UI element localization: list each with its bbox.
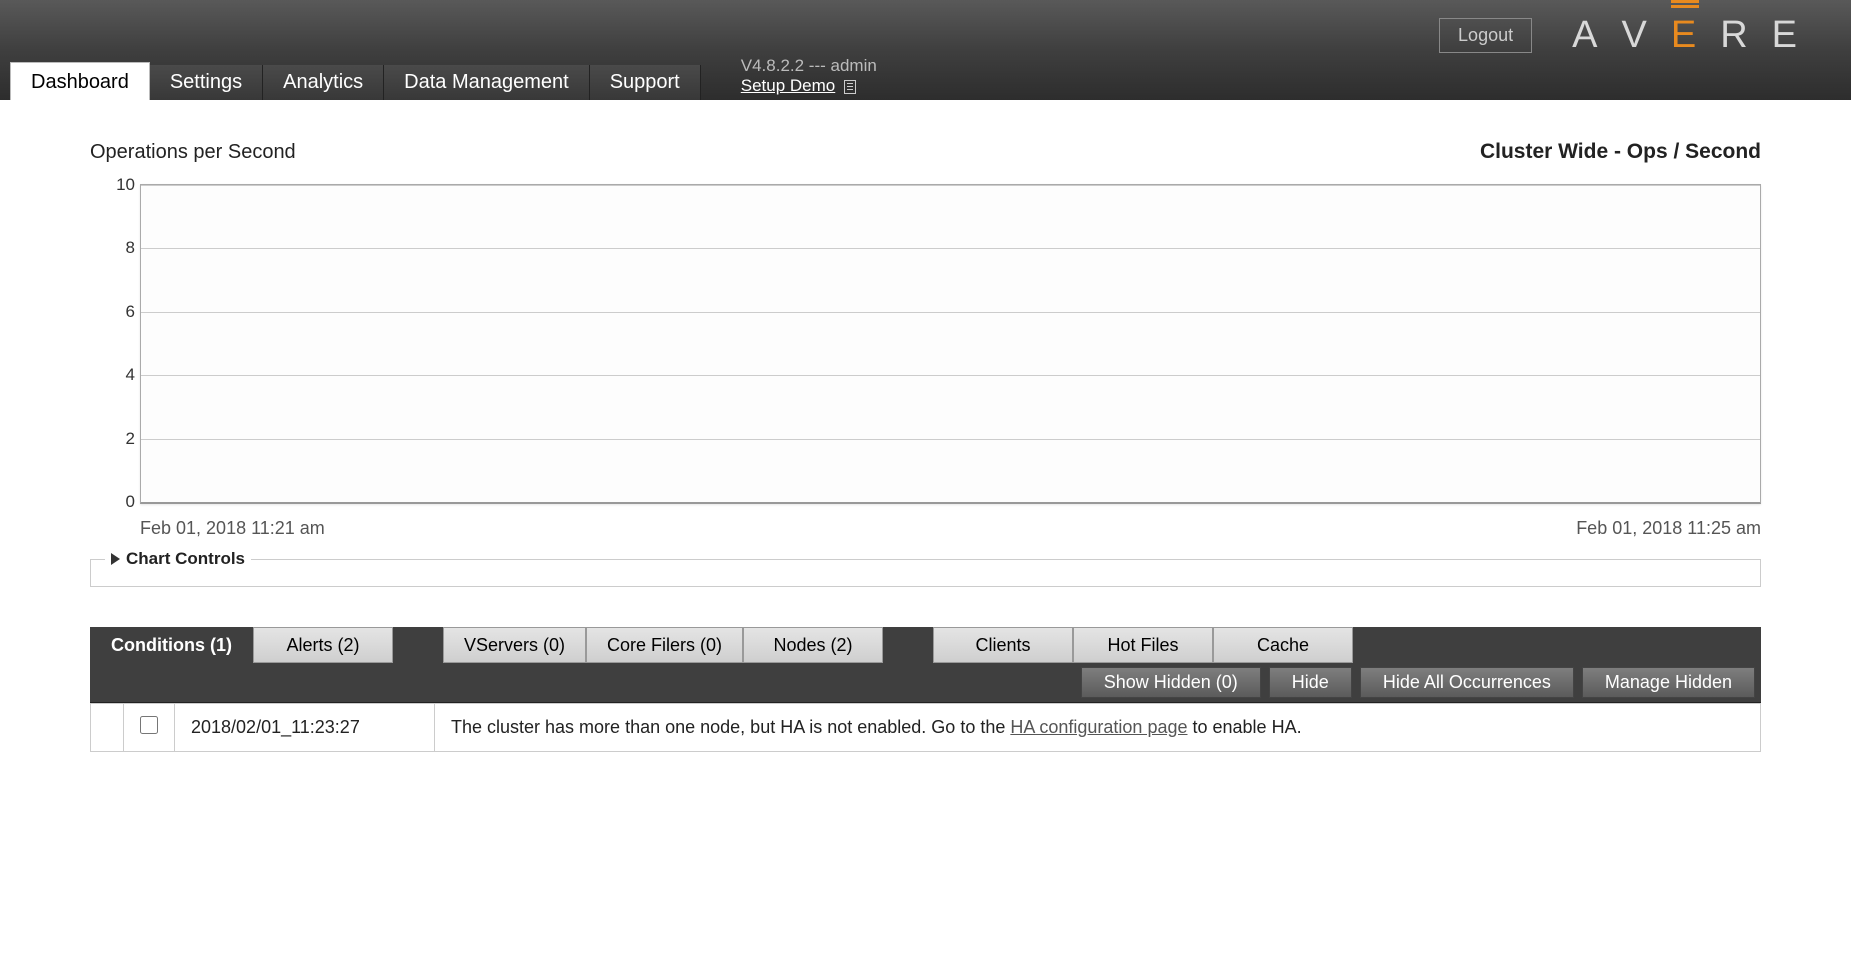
subtab-alerts[interactable]: Alerts (2) [253, 627, 393, 663]
tab-settings[interactable]: Settings [150, 65, 263, 100]
condition-message: The cluster has more than one node, but … [435, 704, 1761, 752]
subtab-corefilers[interactable]: Core Filers (0) [586, 627, 743, 663]
expand-icon [111, 553, 120, 565]
status-actions: Show Hidden (0) Hide Hide All Occurrence… [90, 663, 1761, 703]
chart-title-left: Operations per Second [90, 141, 296, 164]
status-tabs: Conditions (1) Alerts (2) VServers (0) C… [90, 627, 1761, 663]
ytick: 8 [101, 238, 135, 258]
subtab-cache[interactable]: Cache [1213, 627, 1353, 663]
main-nav: Dashboard Settings Analytics Data Manage… [0, 64, 877, 100]
table-row: 2018/02/01_11:23:27 The cluster has more… [91, 704, 1761, 752]
ytick: 4 [101, 365, 135, 385]
row-expand-cell[interactable] [91, 704, 124, 752]
logo-letter: A [1572, 14, 1611, 57]
setup-demo-link[interactable]: Setup Demo [741, 76, 836, 95]
chart-title-right: Cluster Wide - Ops / Second [1480, 140, 1761, 164]
manage-hidden-button[interactable]: Manage Hidden [1582, 667, 1755, 698]
chart-controls-label: Chart Controls [126, 549, 245, 569]
logout-button[interactable]: Logout [1439, 18, 1532, 53]
condition-timestamp: 2018/02/01_11:23:27 [175, 704, 435, 752]
logo-letter: E [1772, 14, 1811, 57]
show-hidden-button[interactable]: Show Hidden (0) [1081, 667, 1261, 698]
chart-plot-area: 10 8 6 4 2 0 [140, 184, 1761, 504]
tab-support[interactable]: Support [590, 65, 701, 100]
version-info: V4.8.2.2 --- admin Setup Demo [741, 56, 877, 100]
chart-header: Operations per Second Cluster Wide - Ops… [90, 140, 1761, 164]
app-header: Logout A V E R E Dashboard Settings Anal… [0, 0, 1851, 100]
chart-controls-toggle[interactable]: Chart Controls [105, 549, 251, 569]
logo-letter: R [1720, 14, 1761, 57]
tab-data-management[interactable]: Data Management [384, 65, 590, 100]
chart: 10 8 6 4 2 0 Feb 01, 2018 11:21 am Feb 0… [90, 184, 1761, 539]
version-line: V4.8.2.2 --- admin [741, 56, 877, 76]
subtab-clients[interactable]: Clients [933, 627, 1073, 663]
subtab-conditions[interactable]: Conditions (1) [90, 627, 253, 663]
chart-controls-panel: Chart Controls [90, 559, 1761, 587]
conditions-table: 2018/02/01_11:23:27 The cluster has more… [90, 703, 1761, 752]
ytick: 6 [101, 302, 135, 322]
tab-analytics[interactable]: Analytics [263, 65, 384, 100]
logo-letter: V [1621, 14, 1660, 57]
row-checkbox[interactable] [140, 716, 158, 734]
brand-logo: A V E R E [1572, 14, 1811, 57]
x-axis-start: Feb 01, 2018 11:21 am [140, 518, 325, 539]
ha-config-link[interactable]: HA configuration page [1010, 717, 1187, 737]
document-icon [844, 80, 856, 94]
status-panel: Conditions (1) Alerts (2) VServers (0) C… [90, 627, 1761, 752]
subtab-nodes[interactable]: Nodes (2) [743, 627, 883, 663]
hide-button[interactable]: Hide [1269, 667, 1352, 698]
x-axis-end: Feb 01, 2018 11:25 am [1576, 518, 1761, 539]
ytick: 10 [101, 175, 135, 195]
tab-dashboard[interactable]: Dashboard [10, 62, 150, 100]
subtab-vservers[interactable]: VServers (0) [443, 627, 586, 663]
logo-letter-highlight: E [1671, 14, 1710, 57]
ytick: 0 [101, 492, 135, 512]
subtab-hotfiles[interactable]: Hot Files [1073, 627, 1213, 663]
ytick: 2 [101, 429, 135, 449]
hide-all-button[interactable]: Hide All Occurrences [1360, 667, 1574, 698]
